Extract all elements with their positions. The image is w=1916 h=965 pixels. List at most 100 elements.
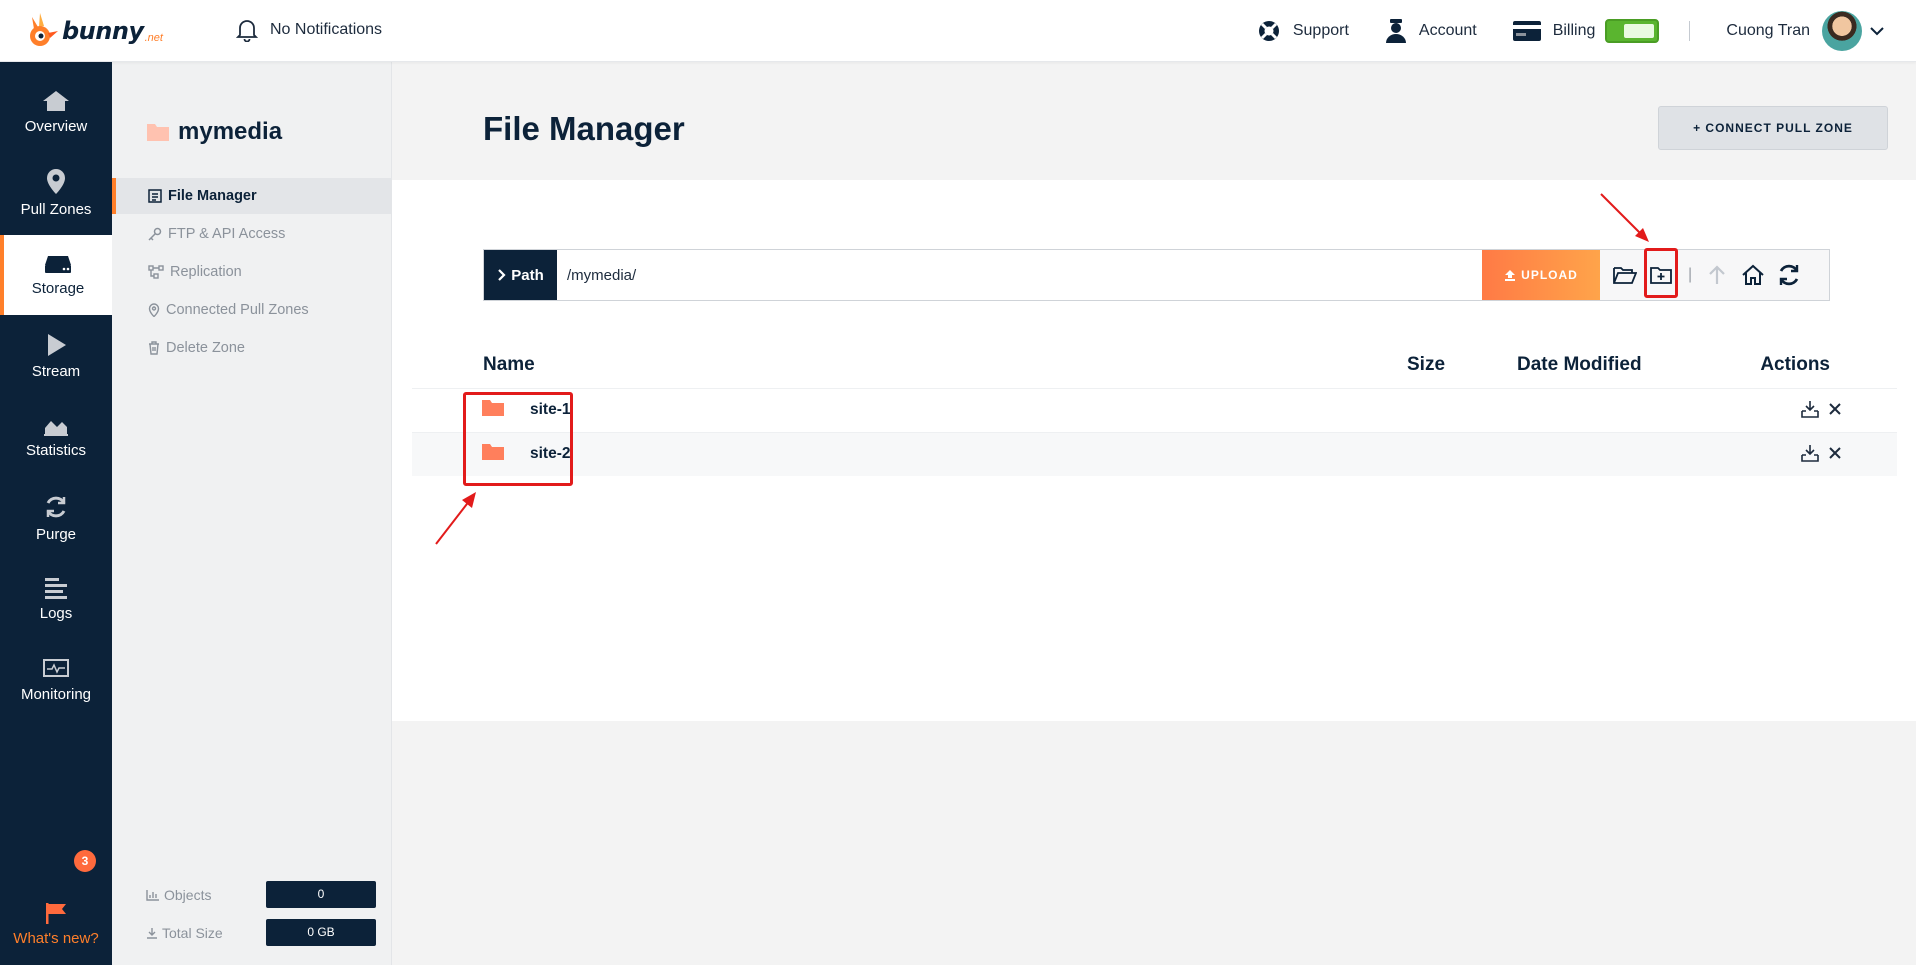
sidebar-item-pull-zones[interactable]: Pull Zones xyxy=(0,153,112,233)
zone-menu-file-manager[interactable]: File Manager xyxy=(112,178,392,214)
sidebar-item-overview[interactable]: Overview xyxy=(0,72,112,152)
download-icon xyxy=(1801,445,1819,462)
refresh-button[interactable] xyxy=(1772,258,1806,292)
page-title: File Manager xyxy=(483,110,685,147)
brand-name: bunny xyxy=(62,17,144,45)
monitor-icon xyxy=(43,658,69,677)
home-icon xyxy=(1742,264,1764,285)
avatar xyxy=(1822,11,1862,51)
trash-icon xyxy=(149,341,159,355)
map-pin-icon xyxy=(148,303,160,317)
billing-toggle[interactable] xyxy=(1605,19,1660,43)
folder-icon xyxy=(147,124,169,141)
area-chart-icon xyxy=(44,420,68,436)
annotation-arrow-new-folder xyxy=(1600,193,1649,242)
path-label: Path xyxy=(484,250,557,300)
download-button[interactable] xyxy=(1801,400,1819,418)
user-name: Cuong Tran xyxy=(1726,22,1810,39)
column-name[interactable]: Name xyxy=(483,354,535,376)
sidebar-item-label: Stream xyxy=(31,362,81,380)
table-row[interactable]: site-2 xyxy=(412,432,1897,476)
support-label: Support xyxy=(1292,22,1349,39)
billing-link[interactable]: Billing xyxy=(1512,19,1660,43)
annotation-arrow-folders xyxy=(435,492,476,545)
sidebar-item-label: Purge xyxy=(35,525,77,543)
support-link[interactable]: Support xyxy=(1257,19,1349,43)
hard-drive-icon xyxy=(45,255,71,273)
user-icon xyxy=(1385,19,1406,43)
lifebuoy-icon xyxy=(1258,21,1279,41)
flag-icon xyxy=(46,903,66,924)
zone-menu-delete-zone[interactable]: Delete Zone xyxy=(112,330,392,366)
arrow-up-icon xyxy=(1709,265,1725,284)
network-icon xyxy=(148,265,164,279)
zone-menu-connected-pull-zones[interactable]: Connected Pull Zones xyxy=(112,292,392,328)
zone-sidebar: mymedia File Manager FTP & API Access Re… xyxy=(112,62,392,965)
credit-card-icon xyxy=(1512,21,1541,41)
path-input[interactable] xyxy=(557,250,1482,300)
toolbar-divider: | xyxy=(1688,266,1693,283)
whats-new-label: What's new? xyxy=(13,930,99,947)
bunny-logo[interactable]: bunny .net xyxy=(24,8,163,54)
sidebar-item-monitoring[interactable]: Monitoring xyxy=(0,640,112,720)
column-size[interactable]: Size xyxy=(1407,354,1445,376)
sidebar-item-statistics[interactable]: Statistics xyxy=(0,397,112,477)
sidebar-item-label: Overview xyxy=(24,117,88,135)
open-folder-button[interactable] xyxy=(1608,258,1642,292)
file-manager-panel: Path UPLOAD | xyxy=(392,180,1916,721)
zone-menu-label: Delete Zone xyxy=(166,340,245,356)
zone-menu-label: Replication xyxy=(170,264,242,280)
total-size-label: Total Size xyxy=(162,924,223,941)
notifications[interactable]: No Notifications xyxy=(236,18,382,42)
file-list-icon xyxy=(148,189,162,203)
zone-name: mymedia xyxy=(178,118,283,145)
list-icon xyxy=(45,577,67,599)
connect-pull-zone-button[interactable]: + CONNECT PULL ZONE xyxy=(1658,106,1888,150)
whats-new-button[interactable]: 3 What's new? xyxy=(0,850,112,947)
up-directory-button[interactable] xyxy=(1700,258,1734,292)
column-date-modified[interactable]: Date Modified xyxy=(1517,354,1642,376)
brand-tld: .net xyxy=(144,32,163,44)
upload-button[interactable]: UPLOAD xyxy=(1482,250,1600,300)
top-navigation: Support Account Billing Cuong Tran xyxy=(1221,10,1884,52)
refresh-icon xyxy=(1779,264,1799,286)
key-icon xyxy=(148,227,162,241)
sidebar-item-label: Statistics xyxy=(25,441,86,459)
bell-icon xyxy=(236,20,258,42)
refresh-icon xyxy=(46,496,66,517)
play-icon xyxy=(48,333,66,356)
map-pin-icon xyxy=(47,168,65,194)
bar-chart-icon xyxy=(146,889,159,901)
delete-button[interactable] xyxy=(1829,403,1841,415)
folder-open-icon xyxy=(1613,267,1637,284)
annotation-box-new-folder xyxy=(1644,248,1678,298)
sidebar-item-stream[interactable]: Stream xyxy=(0,316,112,396)
user-menu[interactable]: Cuong Tran xyxy=(1726,11,1884,51)
annotation-box-folders xyxy=(463,392,573,486)
sidebar-item-purge[interactable]: Purge xyxy=(0,478,112,558)
zone-menu-replication[interactable]: Replication xyxy=(112,254,392,290)
zone-menu-label: File Manager xyxy=(168,188,257,204)
billing-label: Billing xyxy=(1552,22,1596,39)
sidebar-item-storage[interactable]: Storage xyxy=(0,235,112,315)
top-bar: bunny .net No Notifications Support Acco… xyxy=(0,0,1916,62)
account-link[interactable]: Account xyxy=(1385,19,1477,43)
table-row[interactable]: site-1 xyxy=(412,388,1897,432)
close-icon xyxy=(1829,447,1841,459)
path-toolbar: Path UPLOAD | xyxy=(483,249,1830,301)
delete-button[interactable] xyxy=(1829,447,1841,459)
home-directory-button[interactable] xyxy=(1736,258,1770,292)
zone-title: mymedia xyxy=(146,118,282,146)
objects-stat: Objects 0 xyxy=(146,881,376,908)
account-label: Account xyxy=(1418,22,1477,39)
zone-menu-ftp-api[interactable]: FTP & API Access xyxy=(112,216,392,252)
chevron-right-icon xyxy=(498,269,506,281)
objects-value: 0 xyxy=(266,881,376,908)
download-button[interactable] xyxy=(1801,444,1819,462)
sidebar-item-logs[interactable]: Logs xyxy=(0,559,112,639)
close-icon xyxy=(1829,403,1841,415)
bunny-mascot-icon xyxy=(30,13,58,46)
notifications-label: No Notifications xyxy=(270,21,383,38)
header-divider xyxy=(1689,21,1691,41)
download-icon xyxy=(1801,401,1819,418)
